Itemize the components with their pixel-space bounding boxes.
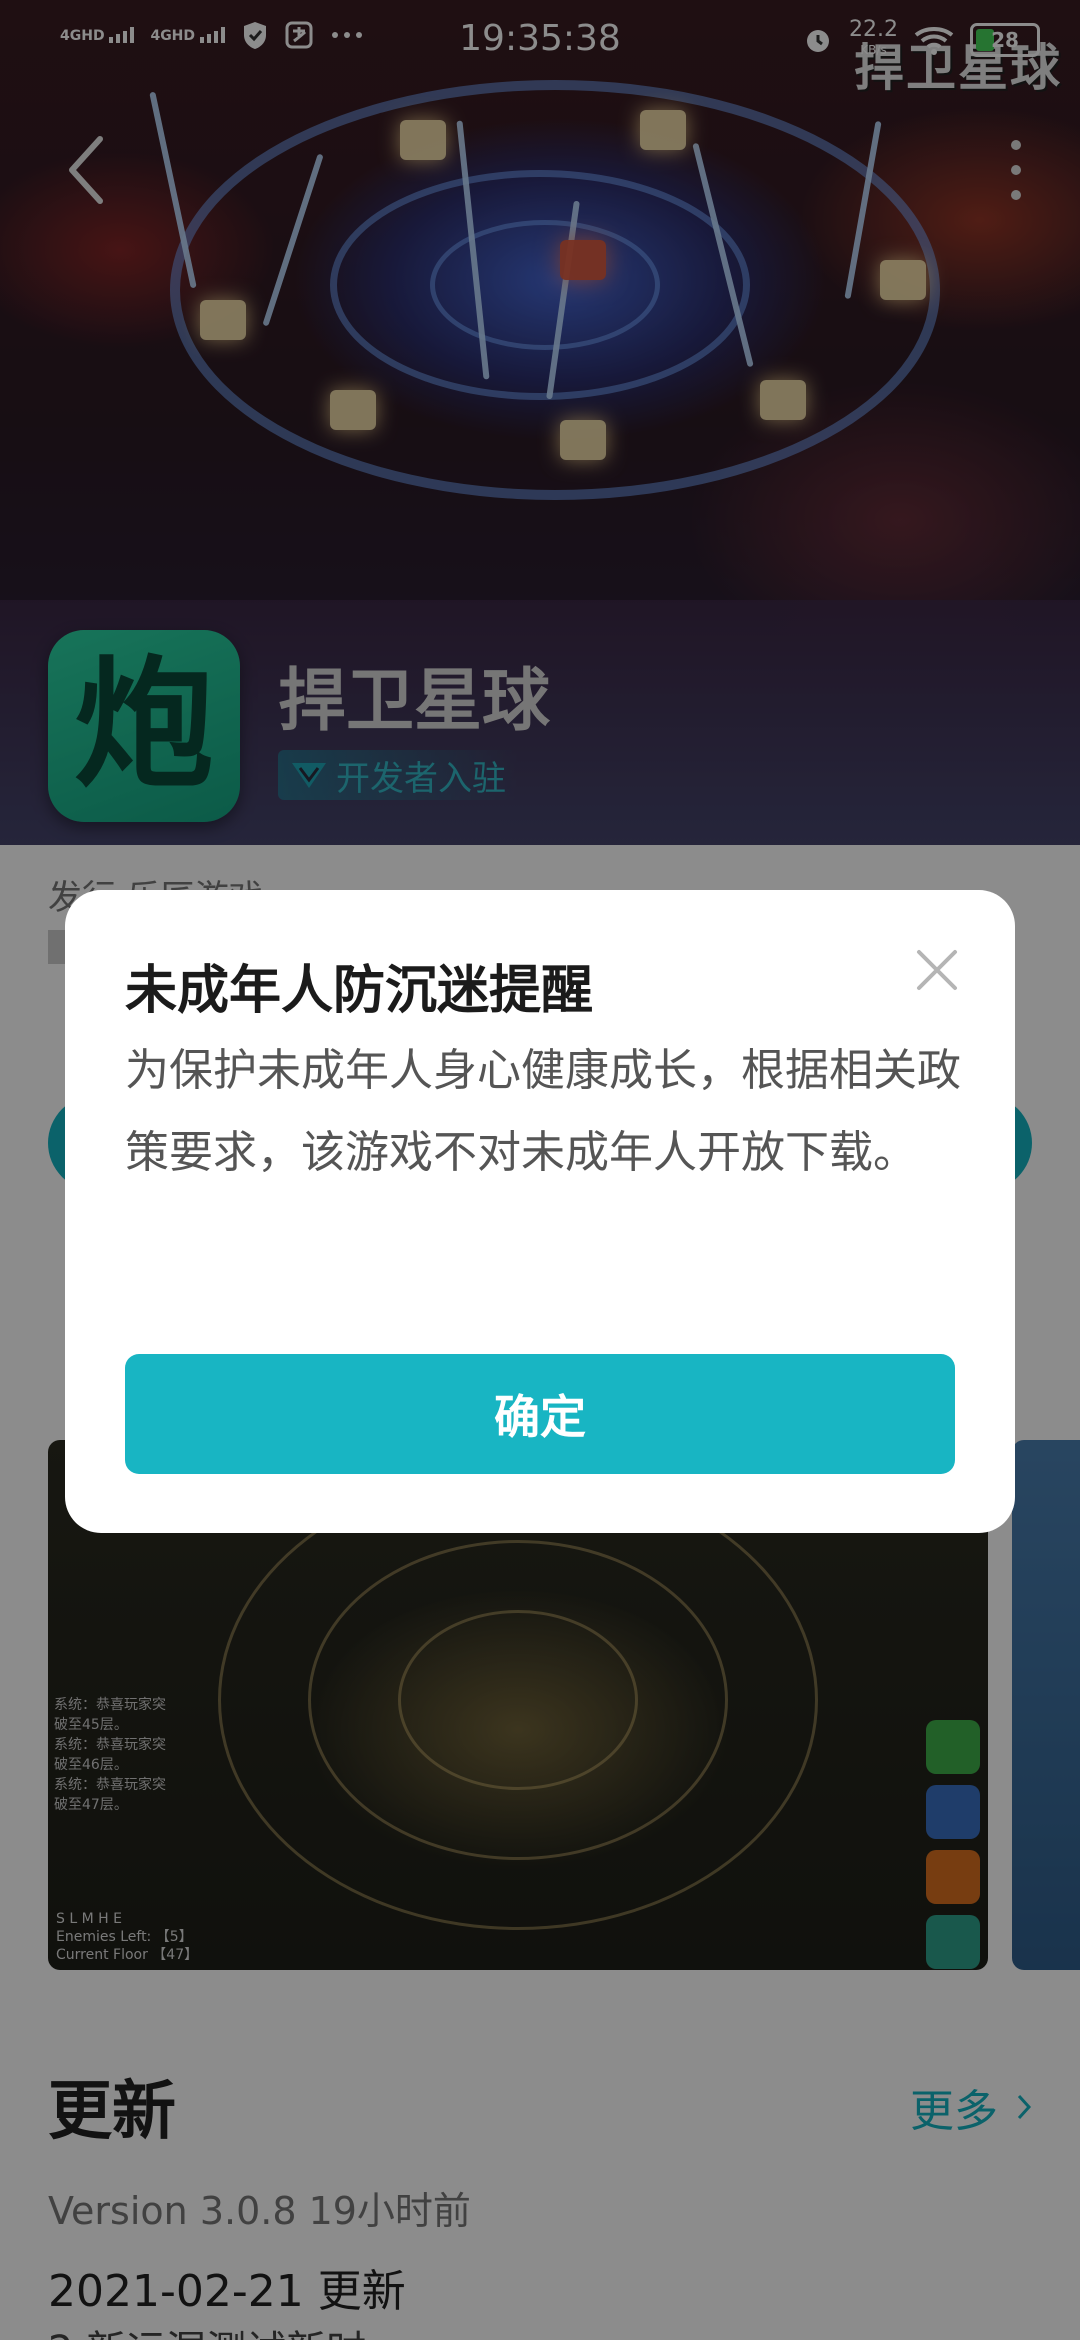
anti-addiction-dialog: 未成年人防沉迷提醒 为保护未成年人身心健康成长，根据相关政策要求，该游戏不对未成… (65, 890, 1015, 1533)
confirm-button[interactable]: 确定 (125, 1354, 955, 1474)
close-icon[interactable] (915, 948, 959, 992)
dialog-title: 未成年人防沉迷提醒 (125, 961, 594, 1021)
dialog-message: 为保护未成年人身心健康成长，根据相关政策要求，该游戏不对未成年人开放下载。 (125, 1045, 961, 1178)
